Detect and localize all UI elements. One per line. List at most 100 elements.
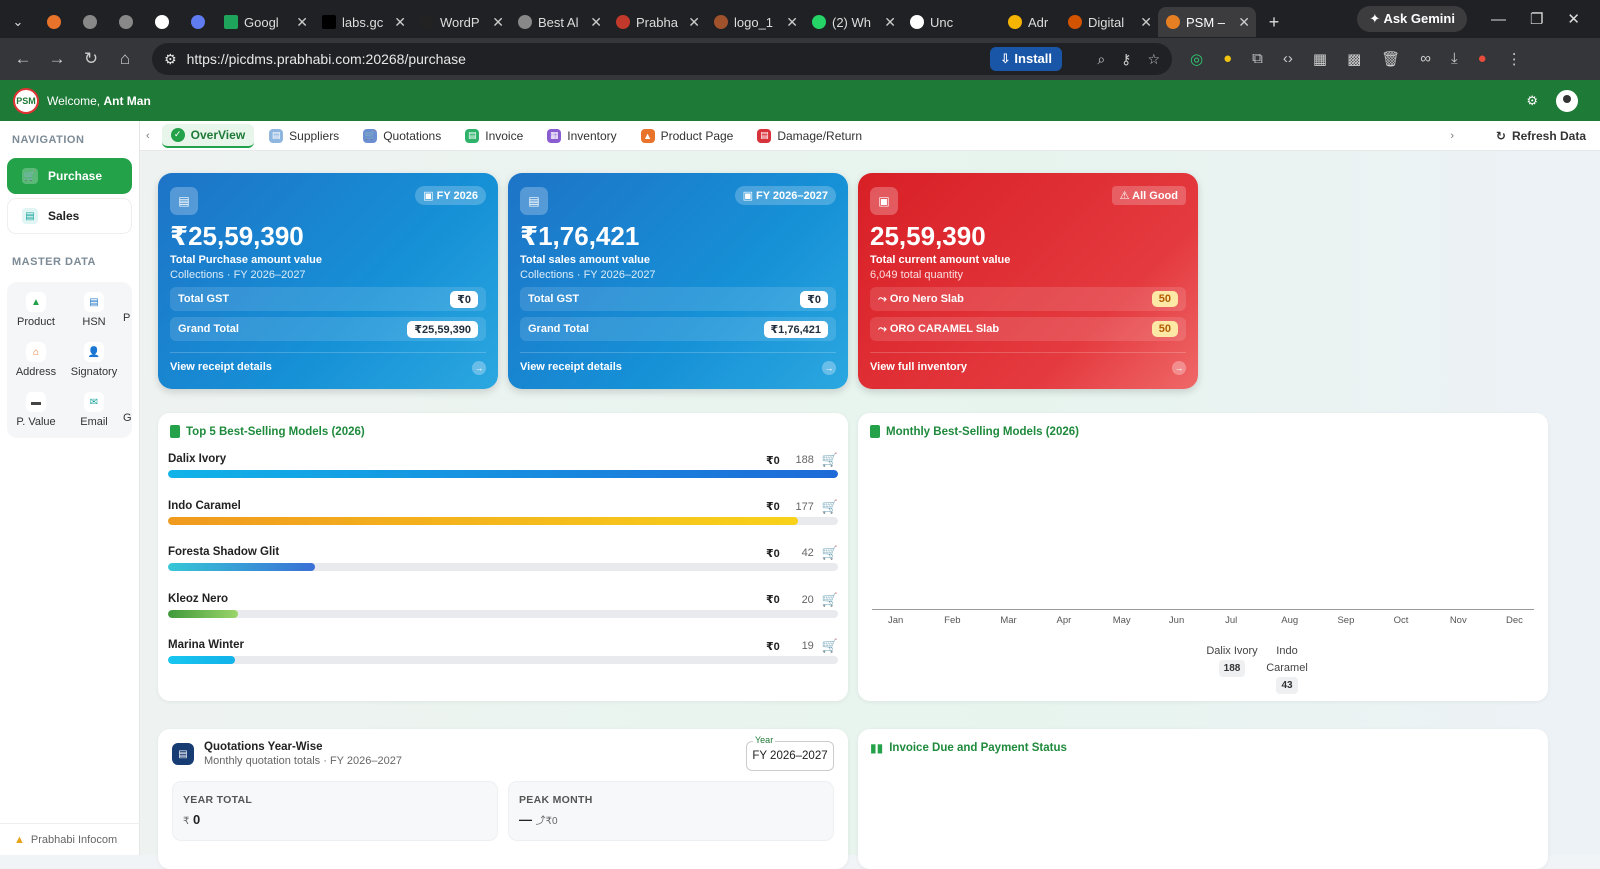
model-qty: 42	[801, 547, 814, 559]
back-icon[interactable]: ←	[6, 49, 40, 69]
site-info-icon[interactable]: ⚙	[164, 51, 177, 68]
close-icon[interactable]: ✕	[590, 14, 602, 31]
browser-tab[interactable]: labs.gc ✕	[314, 7, 412, 37]
browser-tab[interactable]: Unc	[902, 7, 1000, 37]
browser-tab[interactable]	[108, 7, 144, 37]
cart-icon[interactable]: 🛒	[822, 545, 838, 561]
browser-tab[interactable]: WordP ✕	[412, 7, 510, 37]
master-item-email[interactable]: ✉ Email	[65, 388, 123, 432]
browser-tab[interactable]: Adr	[1000, 7, 1060, 37]
tabs-scroll-left-icon[interactable]: ‹	[140, 130, 156, 142]
browser-tab[interactable]: Best Al ✕	[510, 7, 608, 37]
monthly-panel: Monthly Best-Selling Models (2026) Jan Fe…	[858, 413, 1548, 701]
tab-list-button[interactable]: ⌄	[0, 7, 36, 37]
profile-icon[interactable]: ●	[1478, 50, 1487, 68]
trash-icon[interactable]: 🗑	[1381, 50, 1400, 68]
model-price: ₹0	[766, 547, 780, 560]
ask-gemini-button[interactable]: ✦ Ask Gemini	[1357, 6, 1467, 32]
close-icon[interactable]: ✕	[688, 14, 700, 31]
check-circle-icon: ✓	[170, 127, 185, 142]
section-tabs: ‹ ✓ OverView ▤ Suppliers 🛒 Quotations ▤ Invo…	[140, 121, 1600, 151]
legend-item[interactable]: Indo Caramel 43	[1262, 643, 1312, 694]
user-name: Ant Man	[103, 93, 151, 108]
legend-value: 188	[1218, 660, 1246, 677]
inventory-icon: ▦	[547, 128, 562, 143]
extension-icon[interactable]: ●	[1223, 50, 1232, 68]
minimize-icon[interactable]: —	[1491, 11, 1506, 28]
browser-tab[interactable]: Prabha ✕	[608, 7, 706, 37]
browser-tab[interactable]	[36, 7, 72, 37]
key-icon[interactable]: ⚷	[1121, 51, 1131, 68]
cart-icon[interactable]: 🛒	[822, 592, 838, 608]
bookmark-star-icon[interactable]: ☆	[1147, 51, 1160, 68]
close-icon[interactable]: ✕	[492, 14, 504, 31]
legend-item[interactable]: Dalix Ivory 188	[1202, 643, 1262, 677]
invoice-status-panel: ▮▮ Invoice Due and Payment Status	[858, 729, 1548, 869]
sidebar-item-sales[interactable]: ▤ Sales	[7, 198, 132, 234]
browser-tab[interactable]	[144, 7, 180, 37]
browser-tab[interactable]: logo_1 ✕	[706, 7, 804, 37]
browser-toolbar: ← → ↻ ⌂ ⚙ https://picdms.prabhabi.com:20…	[0, 38, 1600, 80]
browser-tab[interactable]: Googl ✕	[216, 7, 314, 37]
tab-overview[interactable]: ✓ OverView	[161, 123, 255, 148]
restore-icon[interactable]: ❐	[1530, 10, 1543, 28]
address-bar[interactable]: ⚙ https://picdms.prabhabi.com:20268/purc…	[152, 43, 1172, 75]
devtools-icon[interactable]: ‹›	[1283, 50, 1293, 68]
app-logo[interactable]: PSM	[13, 87, 39, 114]
close-icon[interactable]: ✕	[1238, 14, 1250, 31]
cart-icon[interactable]: 🛒	[822, 452, 838, 468]
new-tab-button[interactable]: +	[1256, 7, 1292, 37]
palette-icon[interactable]: ⚙	[1526, 93, 1538, 109]
cart-icon[interactable]: 🛒	[822, 638, 838, 654]
tab-inventory[interactable]: ▦ Inventory	[538, 124, 625, 148]
master-item-product[interactable]: ▲ Product	[7, 288, 65, 332]
master-item-address[interactable]: ⌂ Address	[7, 338, 65, 382]
sidebar-item-purchase[interactable]: 🛒 Purchase	[7, 158, 132, 194]
close-icon[interactable]: ✕	[786, 14, 798, 31]
download-icon[interactable]: ⤓	[1451, 50, 1458, 68]
purchase-summary-card: ▤ ▣ FY 2026 ₹25,59,390 Total Purchase am…	[158, 173, 498, 389]
install-button[interactable]: ⇩ Install	[989, 47, 1062, 71]
close-icon[interactable]: ✕	[884, 14, 896, 31]
zoom-icon[interactable]: ⌕	[1097, 51, 1105, 68]
qr-icon[interactable]: ▩	[1347, 50, 1361, 68]
browser-tab[interactable]	[72, 7, 108, 37]
reload-icon[interactable]: ↻	[74, 49, 108, 69]
cart-icon[interactable]: 🛒	[822, 499, 838, 515]
tab-invoice[interactable]: ▤ Invoice	[456, 124, 532, 148]
tab-damage-return[interactable]: ▤ Damage/Return	[748, 124, 871, 148]
close-icon[interactable]: ✕	[296, 14, 308, 31]
master-item-hsn[interactable]: ▤ HSN	[65, 288, 123, 332]
close-icon[interactable]: ✕	[1140, 14, 1152, 31]
master-item-p-value[interactable]: ▬ P. Value	[7, 388, 65, 432]
master-item-cut[interactable]: G	[123, 388, 132, 432]
close-window-icon[interactable]: ✕	[1567, 10, 1580, 28]
whatsapp-icon	[812, 15, 826, 29]
refresh-data-button[interactable]: ↻ Refresh Data	[1496, 129, 1586, 143]
link-icon[interactable]: ∞	[1420, 50, 1431, 68]
forward-icon[interactable]: →	[40, 49, 74, 69]
avatar[interactable]	[1556, 89, 1578, 112]
view-receipt-link[interactable]: View receipt details →	[520, 352, 836, 375]
month-tick-label: Dec	[1506, 615, 1523, 626]
tab-quotations[interactable]: 🛒 Quotations	[354, 124, 450, 148]
view-receipt-link[interactable]: View receipt details →	[170, 352, 486, 375]
panel-icon[interactable]: ▦	[1313, 50, 1327, 68]
tab-product-page[interactable]: ▲ Product Page	[632, 124, 743, 148]
view-inventory-link[interactable]: View full inventory →	[870, 352, 1186, 375]
puzzle-icon[interactable]: ⧉	[1252, 50, 1263, 68]
browser-tab-active[interactable]: PSM – ✕	[1158, 7, 1256, 37]
home-icon[interactable]: ⌂	[108, 49, 142, 69]
year-select[interactable]: Year FY 2026–2027	[746, 735, 834, 771]
master-item-signatory[interactable]: 👤 Signatory	[65, 338, 123, 382]
tab-suppliers[interactable]: ▤ Suppliers	[260, 124, 348, 148]
browser-tab[interactable]	[180, 7, 216, 37]
install-icon: ⇩	[999, 51, 1015, 66]
menu-dots-icon[interactable]: ⋮	[1507, 50, 1522, 68]
tabs-scroll-right-icon[interactable]: ›	[1444, 130, 1460, 142]
browser-tab[interactable]: (2) Wh ✕	[804, 7, 902, 37]
close-icon[interactable]: ✕	[394, 14, 406, 31]
master-item-cut[interactable]: P	[123, 288, 132, 332]
browser-tab[interactable]: Digital ✕	[1060, 7, 1158, 37]
extension-icon[interactable]: ◎	[1190, 50, 1203, 68]
